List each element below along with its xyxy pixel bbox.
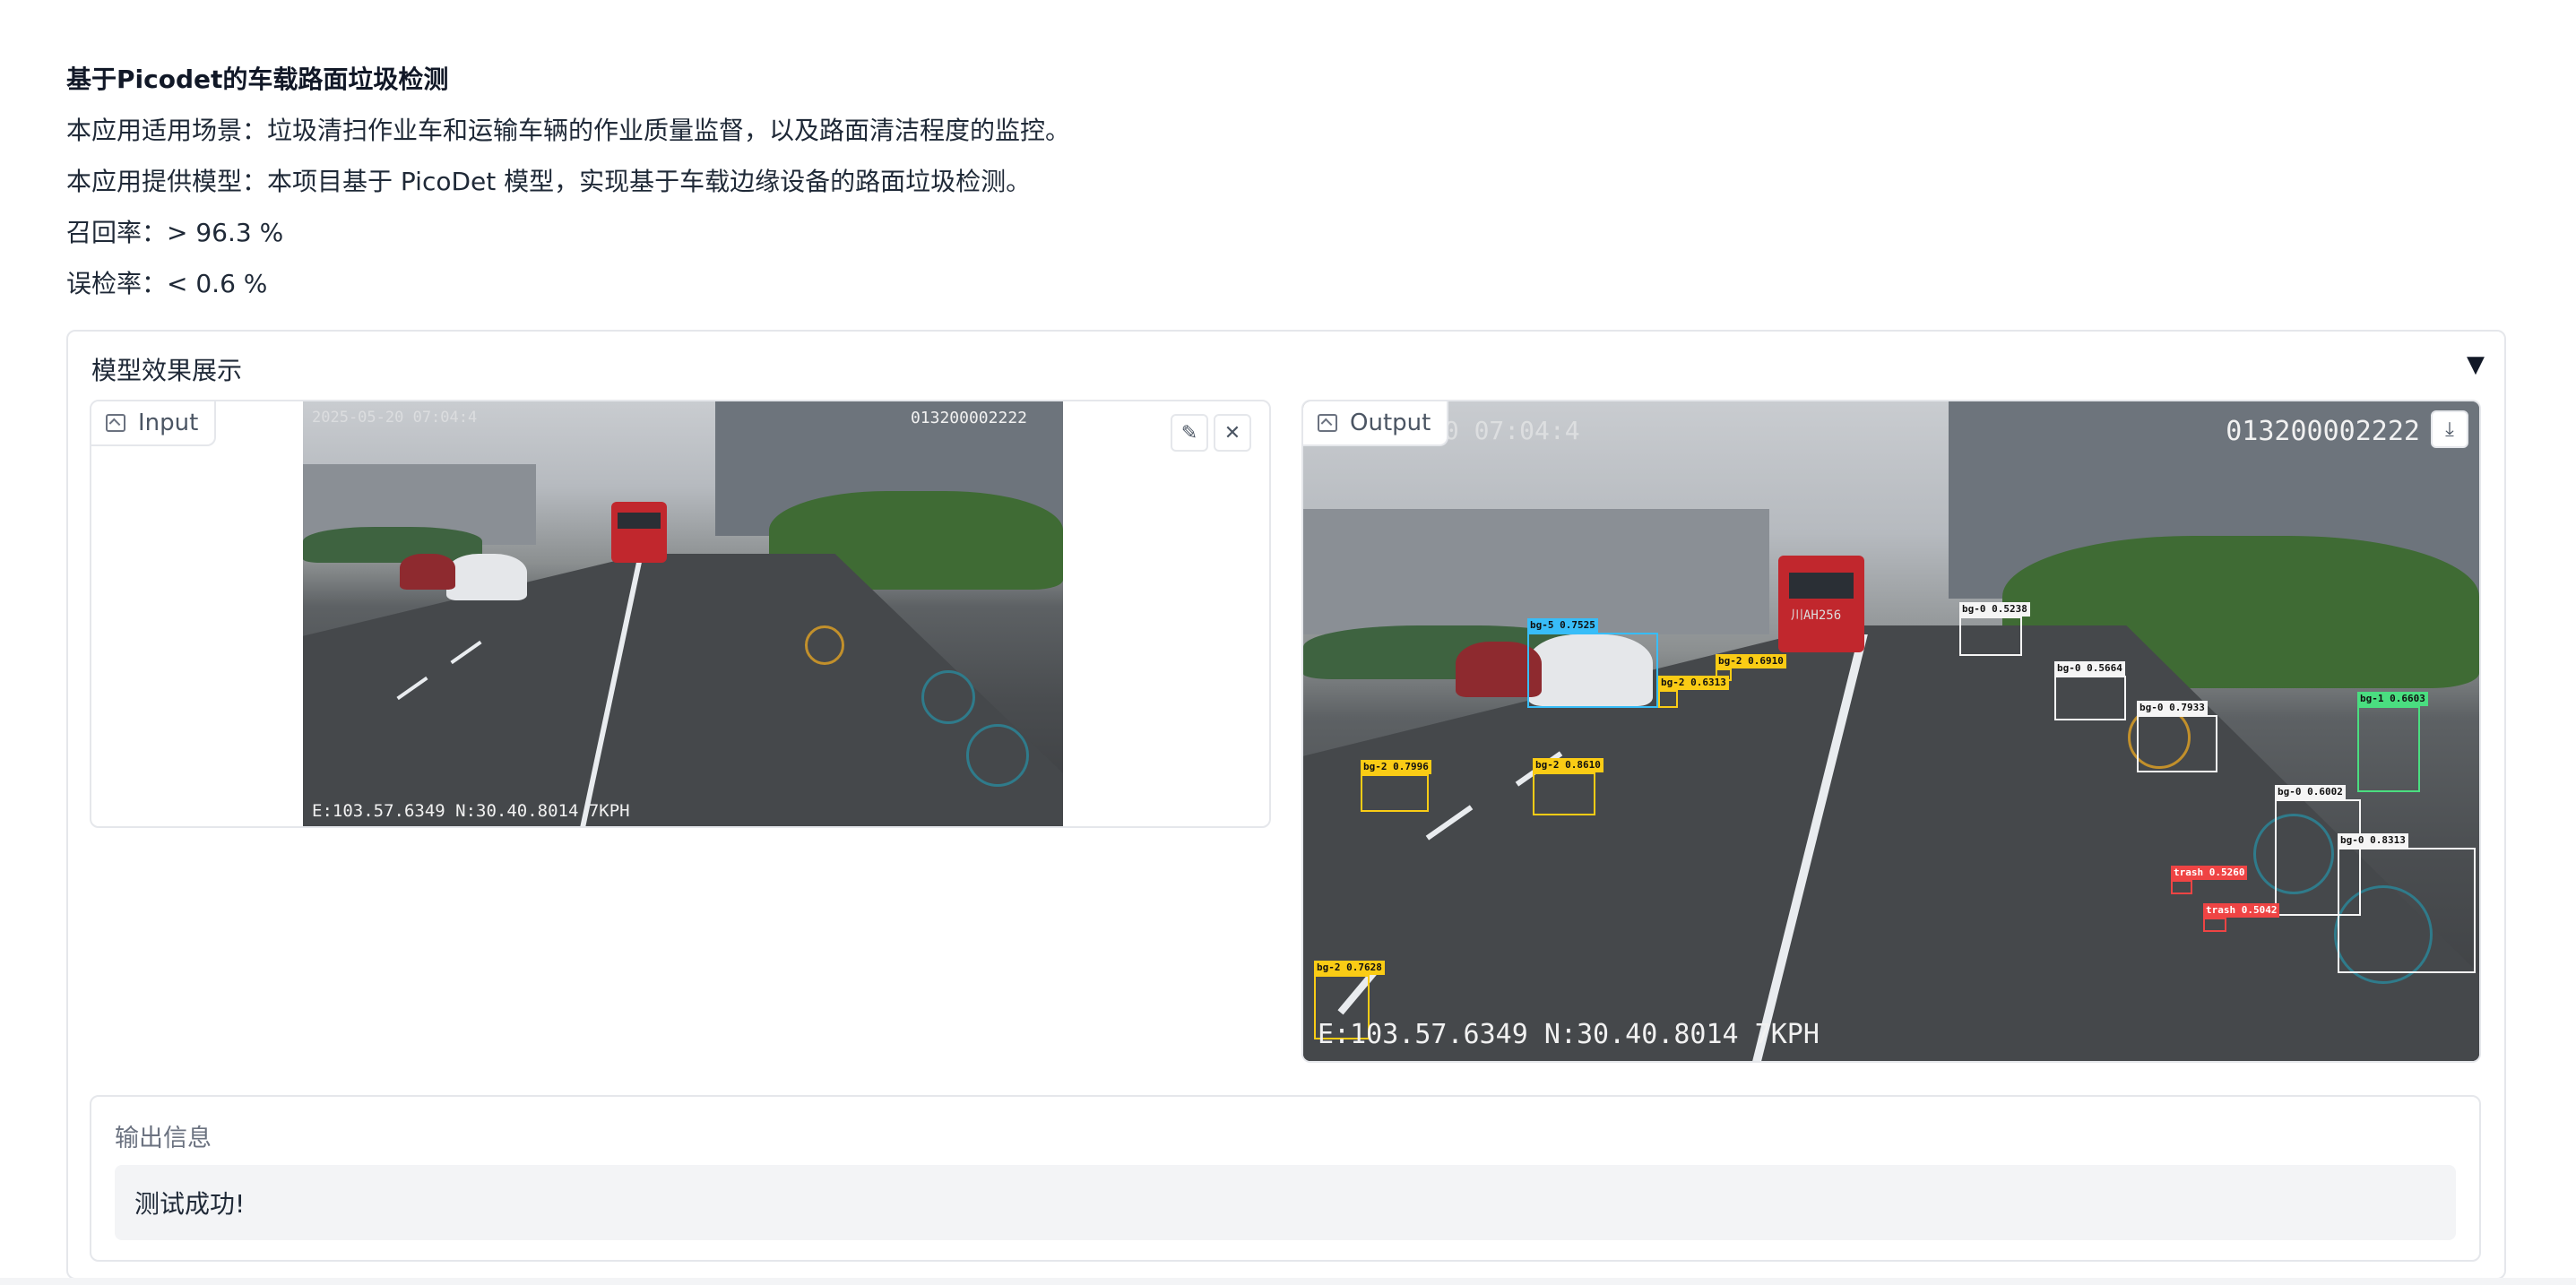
intro-section: 基于Picodet的车载路面垃圾检测 本应用适用场景：垃圾清扫作业车和运输车辆的… <box>66 54 1070 309</box>
output-image: 川AH256 bg-5 0.7525 bg-2 0.6910 bg-2 0.63… <box>1303 401 2479 1061</box>
detection-box: trash 0.5260 <box>2171 866 2248 894</box>
output-info-panel: 输出信息 测试成功! <box>90 1095 2481 1262</box>
page: 基于Picodet的车载路面垃圾检测 本应用适用场景：垃圾清扫作业车和运输车辆的… <box>0 0 2576 1285</box>
detection-box: bg-5 0.7525 <box>1527 618 1658 708</box>
scenario-text: 本应用适用场景：垃圾清扫作业车和运输车辆的作业质量监督，以及路面清洁程度的监控。 <box>66 116 1071 145</box>
input-id-overlay: 013200002222 <box>910 409 1027 427</box>
input-gps-overlay: E:103.57.6349 N:30.40.8014 7KPH <box>312 801 630 821</box>
output-info-textbox[interactable]: 测试成功! <box>115 1165 2456 1240</box>
detection-box: bg-0 0.8313 <box>2338 833 2476 973</box>
input-time-overlay: 2025-05-20 07:04:4 <box>312 409 478 427</box>
output-label: Output <box>1350 410 1431 436</box>
detection-box: bg-0 0.5238 <box>1959 602 2030 656</box>
edit-button[interactable]: ✎ <box>1171 414 1208 452</box>
detection-box: bg-2 0.7996 <box>1361 760 1431 812</box>
bus-plate: 川AH256 <box>1791 608 1842 623</box>
input-image: 2025-05-20 07:04:4 013200002222 E:103.57… <box>303 401 1063 826</box>
accordion-title[interactable]: 模型效果展示 <box>91 351 242 387</box>
download-icon: ⤓ <box>2445 418 2454 441</box>
download-button[interactable]: ⤓ <box>2431 410 2468 448</box>
output-id-overlay: 013200002222 <box>2226 416 2420 447</box>
output-info-label: 输出信息 <box>115 1125 212 1152</box>
output-info-value: 测试成功! <box>134 1189 246 1219</box>
input-label-chip: Input <box>91 401 217 446</box>
input-label: Input <box>138 410 199 436</box>
recall-text: 召回率：> 96.3 % <box>66 218 284 247</box>
detection-box: bg-1 0.6603 <box>2357 692 2428 792</box>
output-time-overlay: 20 07:04:4 <box>1429 416 1580 445</box>
detection-box: bg-2 0.8610 <box>1533 758 1604 815</box>
false-detection-text: 误检率：< 0.6 % <box>66 269 268 298</box>
model-text: 本应用提供模型：本项目基于 PicoDet 模型，实现基于车载边缘设备的路面垃圾… <box>66 167 1032 196</box>
output-label-chip: Output <box>1303 401 1449 446</box>
image-icon <box>1318 414 1337 432</box>
pencil-icon: ✎ <box>1180 421 1198 444</box>
detection-box: bg-0 0.5664 <box>2054 661 2126 720</box>
output-gps-overlay: E:103.57.6349 N:30.40.8014 7KPH <box>1318 1019 1820 1050</box>
detection-box: bg-2 0.6313 <box>1658 676 1729 708</box>
input-image-panel[interactable]: Input ✎ ✕ 2025-05-20 07:04:4 01320000222… <box>90 400 1271 828</box>
output-image-panel: 川AH256 bg-5 0.7525 bg-2 0.6910 bg-2 0.63… <box>1301 400 2481 1063</box>
close-icon: ✕ <box>1223 421 1241 444</box>
chevron-down-icon[interactable]: ▼ <box>2467 351 2485 378</box>
detection-box: trash 0.5042 <box>2203 903 2280 932</box>
image-icon <box>106 414 125 432</box>
bottom-divider <box>0 1278 2576 1285</box>
detection-box: bg-0 0.7933 <box>2137 701 2217 772</box>
clear-button[interactable]: ✕ <box>1214 414 1251 452</box>
app-title: 基于Picodet的车载路面垃圾检测 <box>66 65 449 94</box>
